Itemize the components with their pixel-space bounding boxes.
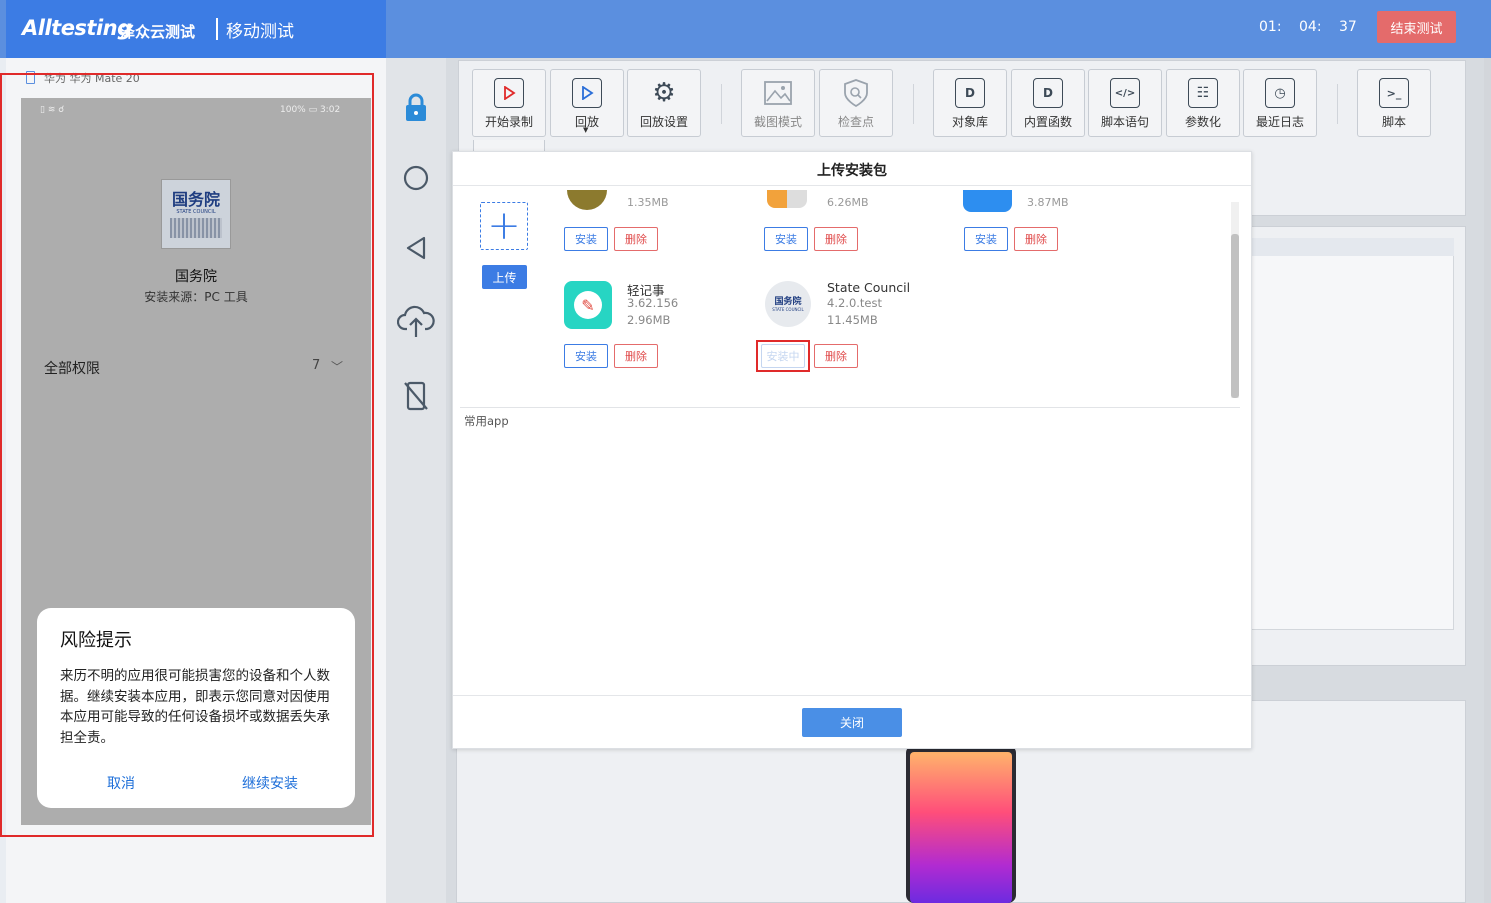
recent-logs-button[interactable]: ◷ 最近日志 xyxy=(1243,69,1317,137)
app-version: 3.62.156 xyxy=(627,296,679,310)
install-button[interactable]: 安装 xyxy=(564,227,608,251)
toolbar-divider xyxy=(1337,84,1338,124)
highlight-box-device xyxy=(0,73,374,837)
back-triangle-icon[interactable] xyxy=(400,232,432,264)
code-window-icon: </> xyxy=(1110,78,1140,108)
pencil-icon: ✎ xyxy=(574,291,602,319)
gear-icon: ⚙ xyxy=(652,78,676,108)
delete-button[interactable]: 删除 xyxy=(614,344,658,368)
timer-hours: 01: xyxy=(1259,19,1282,35)
modal-scrollbar-thumb[interactable] xyxy=(1231,234,1239,398)
recent-logs-label: 最近日志 xyxy=(1255,115,1304,129)
page-scrollbar[interactable] xyxy=(1484,58,1491,903)
home-circle-icon[interactable] xyxy=(400,162,432,194)
lock-icon[interactable] xyxy=(400,92,432,124)
cloud-upload-icon[interactable] xyxy=(397,302,435,340)
checkpoint-button[interactable]: 检查点 xyxy=(819,69,893,137)
app-name: State Council xyxy=(827,280,911,295)
app-size: 11.45MB xyxy=(827,313,878,327)
script-label: 脚本 xyxy=(1381,115,1406,129)
side-content-panel xyxy=(1248,238,1454,630)
install-button[interactable]: 安装 xyxy=(764,227,808,251)
app-icon-cn: 国务院 xyxy=(774,296,802,307)
close-button[interactable]: 关闭 xyxy=(802,708,902,737)
modal-footer-divider xyxy=(453,695,1251,696)
note-app-icon: ✎ xyxy=(564,281,612,329)
builtin-functions-label: 内置函数 xyxy=(1023,115,1072,129)
install-button[interactable]: 安装 xyxy=(564,344,608,368)
screenshot-mode-button[interactable]: 截图模式 xyxy=(741,69,815,137)
title-divider xyxy=(216,18,218,40)
grid-list-icon: ☷ xyxy=(1188,78,1218,108)
delete-button[interactable]: 删除 xyxy=(1014,227,1058,251)
playback-settings-button[interactable]: ⚙ 回放设置 xyxy=(627,69,701,137)
start-record-button[interactable]: 开始录制 xyxy=(472,69,546,137)
install-button[interactable]: 安装 xyxy=(964,227,1008,251)
object-library-label: 对象库 xyxy=(951,115,988,129)
playback-icon xyxy=(572,78,602,108)
object-library-button[interactable]: D 对象库 xyxy=(933,69,1007,137)
checkpoint-label: 检查点 xyxy=(837,115,874,129)
end-test-button[interactable]: 结束测试 xyxy=(1377,11,1456,43)
app-size: 2.96MB xyxy=(627,313,671,327)
no-phone-icon[interactable] xyxy=(400,380,432,412)
timer-seconds: 37 xyxy=(1339,19,1357,35)
script-statement-button[interactable]: </> 脚本语句 xyxy=(1088,69,1162,137)
toolbar-divider xyxy=(913,84,914,124)
app-icon-en: STATE COUNCIL xyxy=(772,306,804,312)
document-icon: D xyxy=(955,78,985,108)
app-size: 3.87MB xyxy=(1027,196,1069,209)
phone-preview-screen xyxy=(910,752,1012,903)
state-council-app-icon: 国务院 STATE COUNCIL xyxy=(765,281,811,327)
app-size: 1.35MB xyxy=(627,196,669,209)
function-document-icon: D xyxy=(1033,78,1063,108)
logo-subtitle: 泽众云测试 xyxy=(120,23,196,41)
playback-dropdown-icon[interactable]: ▼ xyxy=(583,126,588,134)
app-size: 6.26MB xyxy=(827,196,869,209)
script-button[interactable]: >_ 脚本 xyxy=(1357,69,1431,137)
builtin-functions-button[interactable]: D 内置函数 xyxy=(1011,69,1085,137)
modal-title: 上传安装包 xyxy=(817,163,887,179)
playback-settings-label: 回放设置 xyxy=(639,115,688,129)
delete-button[interactable]: 删除 xyxy=(614,227,658,251)
start-record-label: 开始录制 xyxy=(484,115,533,129)
app-version: 4.2.0.test xyxy=(827,296,883,310)
side-content-header xyxy=(1248,238,1454,256)
highlight-box-installing xyxy=(756,340,810,372)
parameterize-label: 参数化 xyxy=(1184,115,1221,129)
terminal-icon: >_ xyxy=(1379,78,1409,108)
toolbar-divider xyxy=(721,84,722,124)
parameterize-button[interactable]: ☷ 参数化 xyxy=(1166,69,1240,137)
screenshot-mode-label: 截图模式 xyxy=(753,115,802,129)
calendar-clock-icon: ◷ xyxy=(1265,78,1295,108)
modal-divider xyxy=(460,407,1240,408)
delete-button[interactable]: 删除 xyxy=(814,344,858,368)
app-icon xyxy=(767,190,807,208)
delete-button[interactable]: 删除 xyxy=(814,227,858,251)
logo: Alltesting xyxy=(22,16,132,40)
script-statement-label: 脚本语句 xyxy=(1100,115,1149,129)
upload-button[interactable]: 上传 xyxy=(482,265,527,289)
app-icon xyxy=(963,190,1012,212)
play-record-icon xyxy=(494,78,524,108)
timer-minutes: 04: xyxy=(1299,19,1322,35)
module-title: 移动测试 xyxy=(226,22,294,42)
shield-search-icon xyxy=(841,78,871,108)
add-package-icon[interactable]: + xyxy=(480,202,528,250)
common-apps-label: 常用app xyxy=(464,414,509,428)
image-icon xyxy=(763,78,793,108)
